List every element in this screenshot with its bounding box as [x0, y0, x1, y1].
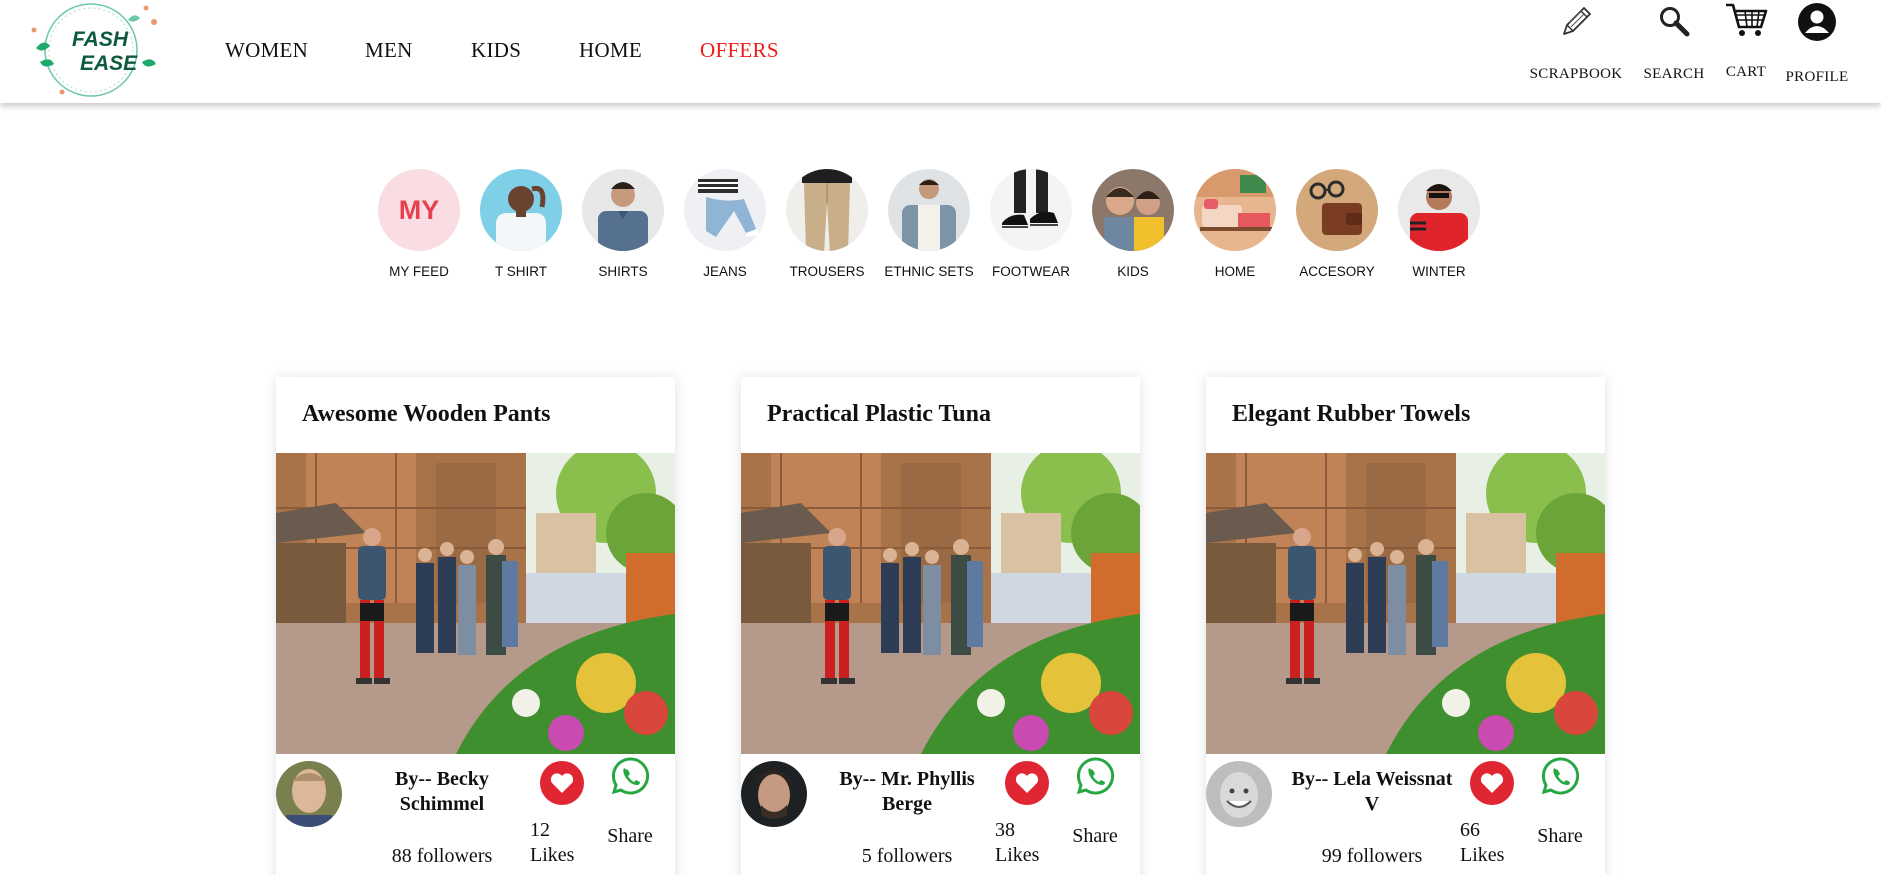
post-photo[interactable] — [1206, 453, 1605, 754]
category-label: TROUSERS — [789, 264, 865, 279]
footwear-thumbnail — [990, 169, 1072, 251]
category-label: T SHIRT — [494, 264, 547, 279]
kids-thumbnail — [1092, 169, 1174, 251]
whatsapp-icon — [1541, 757, 1580, 795]
category-label: HOME — [1214, 264, 1256, 279]
share-label[interactable]: Share — [1055, 825, 1135, 848]
category-winter[interactable]: WINTER — [1391, 169, 1487, 279]
post-card: Practical Plastic Tuna By-- Mr. Phyllis … — [741, 377, 1140, 875]
post-title[interactable]: Practical Plastic Tuna — [767, 401, 991, 428]
category-trousers[interactable]: TROUSERS — [779, 169, 875, 279]
brand-logo[interactable]: FASH EASE — [16, 0, 166, 104]
like-count-word: Likes — [995, 844, 1040, 866]
author-avatar[interactable] — [276, 761, 342, 827]
category-label: MY FEED — [389, 264, 449, 279]
category-ethnic-sets[interactable]: ETHNIC SETS — [881, 169, 977, 279]
nav-home[interactable]: HOME — [579, 38, 642, 63]
post-title[interactable]: Elegant Rubber Towels — [1232, 401, 1470, 428]
heart-icon — [1015, 773, 1039, 793]
like-count-word: Likes — [530, 844, 575, 866]
brand-line-2: EASE — [80, 52, 138, 75]
category-kids[interactable]: KIDS — [1085, 169, 1181, 279]
like-count: 12 Likes — [530, 818, 590, 868]
category-label: WINTER — [1412, 264, 1466, 279]
scrapbook-label: SCRAPBOOK — [1529, 66, 1623, 82]
category-jeans[interactable]: JEANS — [677, 169, 773, 279]
nav-offers[interactable]: OFFERS — [700, 38, 779, 63]
jeans-thumbnail — [684, 169, 766, 251]
like-count: 66 Likes — [1460, 818, 1520, 868]
post-card: Awesome Wooden Pants By-- Becky Schimmel… — [276, 377, 675, 875]
nav-women[interactable]: WOMEN — [225, 38, 308, 63]
nav-kids[interactable]: KIDS — [471, 38, 521, 63]
my-feed-badge-text: MY — [398, 194, 440, 225]
author-name[interactable]: By-- Mr. Phyllis Berge — [823, 767, 991, 817]
category-label: ACCESORY — [1299, 264, 1375, 279]
category-accesory[interactable]: ACCESORY — [1289, 169, 1385, 279]
category-t-shirt[interactable]: T SHIRT — [473, 169, 569, 279]
category-shirts[interactable]: SHIRTS — [575, 169, 671, 279]
like-button[interactable] — [540, 761, 584, 805]
whatsapp-icon — [1076, 757, 1115, 795]
author-followers: 88 followers — [391, 845, 493, 867]
category-label: JEANS — [703, 264, 747, 279]
trousers-thumbnail — [786, 169, 868, 251]
whatsapp-share-button[interactable] — [1540, 756, 1580, 796]
t-shirt-thumbnail — [480, 169, 562, 251]
ethnic-sets-thumbnail — [888, 169, 970, 251]
like-count: 38 Likes — [995, 818, 1055, 868]
profile-button[interactable]: PROFILE — [1782, 2, 1852, 86]
category-home[interactable]: HOME — [1187, 169, 1283, 279]
nav-men[interactable]: MEN — [365, 38, 413, 63]
pencil-icon — [1563, 7, 1591, 35]
heart-icon — [1480, 773, 1504, 793]
brand-line-1: FASH — [72, 28, 129, 51]
author-avatar[interactable] — [741, 761, 807, 827]
accesory-thumbnail — [1296, 169, 1378, 251]
search-button[interactable]: SEARCH — [1638, 4, 1710, 83]
category-label: FOOTWEAR — [992, 264, 1070, 279]
category-my-feed[interactable]: MY MY FEED — [371, 169, 467, 279]
like-count-number: 66 — [1460, 819, 1480, 841]
share-label[interactable]: Share — [590, 825, 670, 848]
category-label: KIDS — [1117, 264, 1149, 279]
top-header: FASH EASE WOMEN MEN KIDS HOME OFFERS SCR… — [0, 0, 1881, 103]
like-count-number: 38 — [995, 819, 1015, 841]
whatsapp-icon — [611, 757, 650, 795]
winter-thumbnail — [1398, 169, 1480, 251]
author-followers: 5 followers — [861, 845, 953, 867]
home-thumbnail — [1194, 169, 1276, 251]
magnifier-icon — [1660, 7, 1690, 37]
category-label: ETHNIC SETS — [884, 264, 974, 279]
scrapbook-button[interactable]: SCRAPBOOK — [1524, 4, 1628, 83]
search-label: SEARCH — [1643, 66, 1705, 82]
post-title[interactable]: Awesome Wooden Pants — [302, 401, 550, 428]
like-button[interactable] — [1470, 761, 1514, 805]
like-count-word: Likes — [1460, 844, 1505, 866]
whatsapp-share-button[interactable] — [1075, 756, 1115, 796]
author-name[interactable]: By-- Lela Weissnat V — [1288, 767, 1456, 817]
cart-label: CART — [1725, 64, 1767, 80]
like-button[interactable] — [1005, 761, 1049, 805]
author-followers: 99 followers — [1321, 845, 1423, 867]
shirts-thumbnail — [582, 169, 664, 251]
post-photo[interactable] — [276, 453, 675, 754]
my-feed-badge: MY — [378, 169, 460, 251]
category-footwear[interactable]: FOOTWEAR — [983, 169, 1079, 279]
profile-label: PROFILE — [1785, 69, 1849, 85]
author-name[interactable]: By-- Becky Schimmel — [358, 767, 526, 817]
author-avatar[interactable] — [1206, 761, 1272, 827]
post-card: Elegant Rubber Towels By-- Lela Weissnat… — [1206, 377, 1605, 875]
post-photo[interactable] — [741, 453, 1140, 754]
user-icon — [1798, 3, 1836, 41]
cart-icon — [1726, 3, 1768, 36]
cart-button[interactable]: CART — [1720, 0, 1772, 81]
like-count-number: 12 — [530, 819, 550, 841]
share-label[interactable]: Share — [1520, 825, 1600, 848]
heart-icon — [550, 773, 574, 793]
whatsapp-share-button[interactable] — [610, 756, 650, 796]
category-label: SHIRTS — [598, 264, 648, 279]
